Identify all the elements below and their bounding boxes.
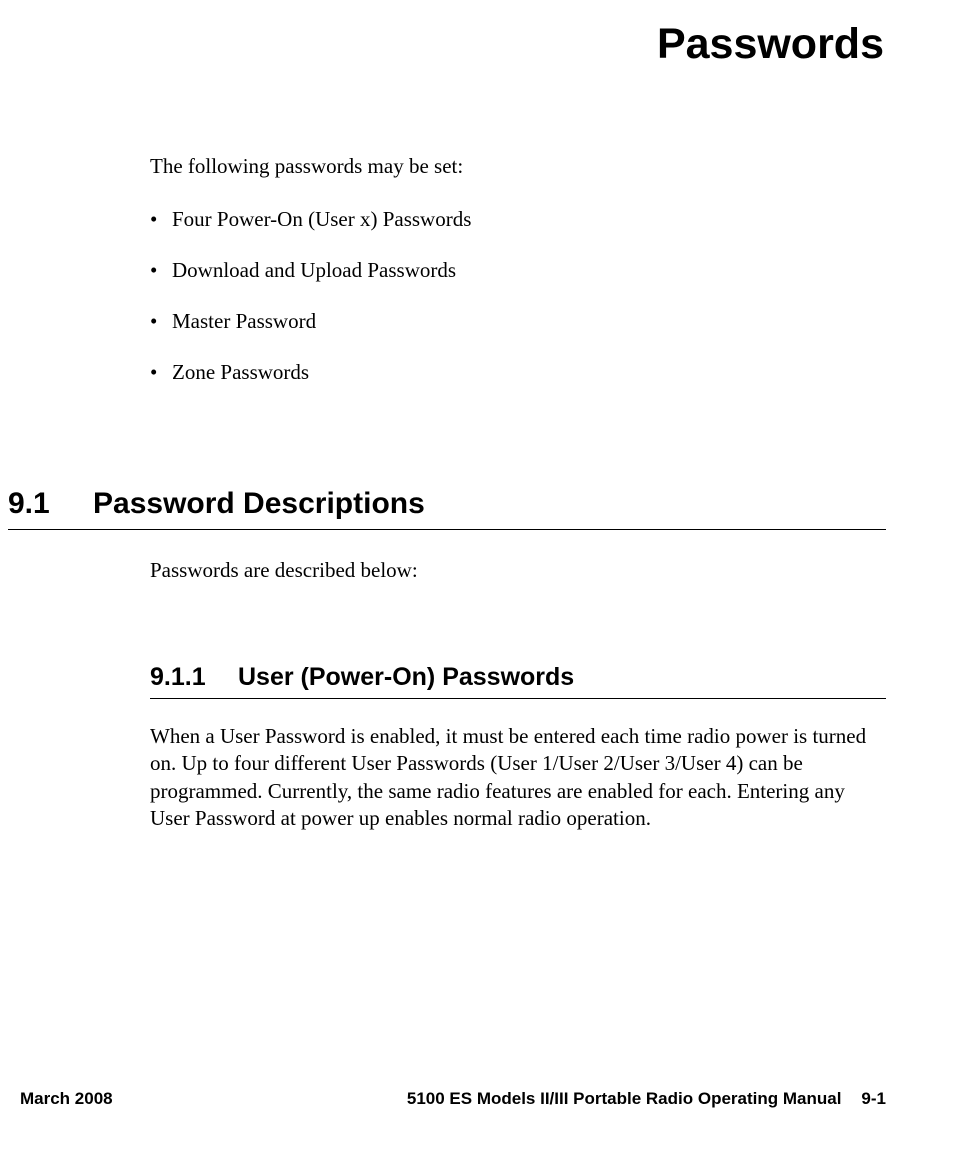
section-intro-text: Passwords are described below: [150,558,886,583]
section-title: Password Descriptions [93,487,425,520]
footer-page-number: 9-1 [861,1089,886,1109]
intro-text: The following passwords may be set: [150,154,886,179]
footer-date: March 2008 [20,1089,113,1109]
list-item: Download and Upload Passwords [150,258,886,283]
list-item: Master Password [150,309,886,334]
subsection-heading: 9.1.1User (Power-On) Passwords [150,663,886,699]
page-footer: March 2008 5100 ES Models II/III Portabl… [20,1089,886,1109]
subsection-title: User (Power-On) Passwords [238,663,574,691]
footer-manual-title: 5100 ES Models II/III Portable Radio Ope… [407,1089,842,1109]
password-list: Four Power-On (User x) Passwords Downloa… [150,207,886,385]
list-item: Zone Passwords [150,360,886,385]
subsection-body: When a User Password is enabled, it must… [150,723,886,832]
section-heading: 9.1Password Descriptions [8,487,886,530]
section-number: 9.1 [8,487,93,521]
list-item: Four Power-On (User x) Passwords [150,207,886,232]
chapter-title: Passwords [0,20,886,69]
subsection-number: 9.1.1 [150,663,238,692]
